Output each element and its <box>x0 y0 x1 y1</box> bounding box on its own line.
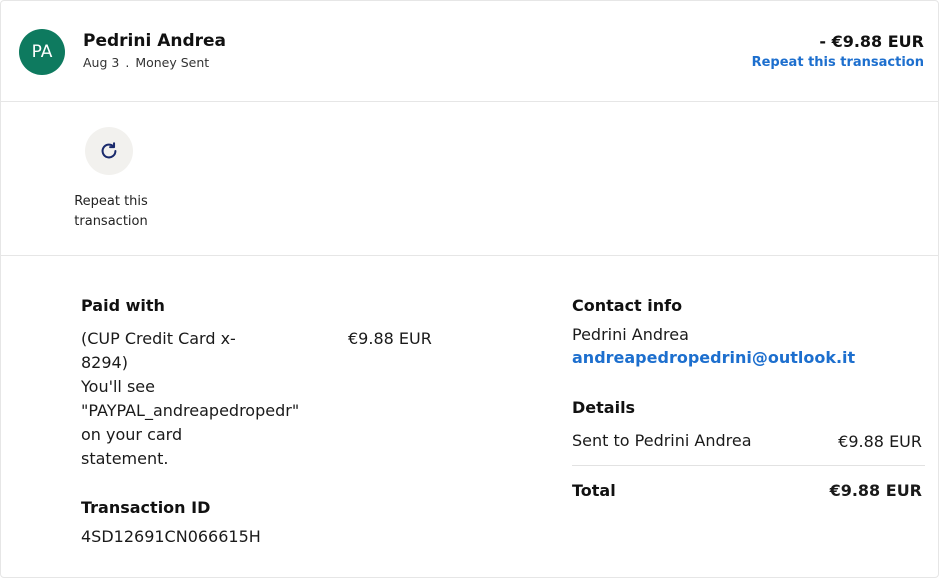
repeat-transaction-button[interactable] <box>85 127 133 175</box>
repeat-caption-line2: transaction <box>74 214 148 229</box>
details-divider <box>572 465 925 466</box>
avatar: PA <box>19 29 65 75</box>
repeat-caption-line1: Repeat this <box>74 194 148 209</box>
recipient-name: Pedrini Andrea <box>83 31 227 51</box>
statement-note-2: "PAYPAL_andreapedropedr" <box>81 401 300 420</box>
repeat-transaction-caption[interactable]: Repeat this transaction <box>61 192 161 232</box>
sent-to-label: Sent to Pedrini Andrea <box>572 431 752 450</box>
paid-amount: €9.88 EUR <box>348 329 432 348</box>
paid-with-heading: Paid with <box>81 296 165 315</box>
transaction-card: PA Pedrini Andrea Aug 3. Money Sent - €9.… <box>0 0 939 578</box>
subline-separator: . <box>125 55 130 70</box>
transaction-header: PA Pedrini Andrea Aug 3. Money Sent - €9.… <box>1 1 938 102</box>
sent-to-amount: €9.88 EUR <box>838 432 922 451</box>
refresh-icon <box>101 142 117 159</box>
statement-note-1: You'll see <box>81 377 155 396</box>
transaction-date: Aug 3 <box>83 55 120 70</box>
card-line-1: (CUP Credit Card x- <box>81 329 236 348</box>
contact-email-link[interactable]: andreapedropedrini@outlook.it <box>572 348 855 367</box>
repeat-transaction-link[interactable]: Repeat this transaction <box>752 55 924 70</box>
total-label: Total <box>572 481 616 500</box>
transaction-id-heading: Transaction ID <box>81 498 211 517</box>
transaction-amount: - €9.88 EUR <box>819 32 924 51</box>
statement-note-3: on your card <box>81 425 183 444</box>
total-amount: €9.88 EUR <box>829 481 922 500</box>
details-section: Paid with (CUP Credit Card x- 8294) You'… <box>1 256 938 578</box>
card-line-2: 8294) <box>81 353 128 372</box>
transaction-type: Money Sent <box>135 55 210 70</box>
contact-name: Pedrini Andrea <box>572 325 689 344</box>
payment-method-description: (CUP Credit Card x- 8294) You'll see "PA… <box>81 327 321 471</box>
contact-info-heading: Contact info <box>572 296 683 315</box>
details-heading: Details <box>572 398 636 417</box>
transaction-subline: Aug 3. Money Sent <box>83 55 209 70</box>
actions-section: Repeat this transaction <box>1 102 938 256</box>
transaction-id: 4SD12691CN066615H <box>81 527 261 546</box>
statement-note-4: statement. <box>81 449 169 468</box>
